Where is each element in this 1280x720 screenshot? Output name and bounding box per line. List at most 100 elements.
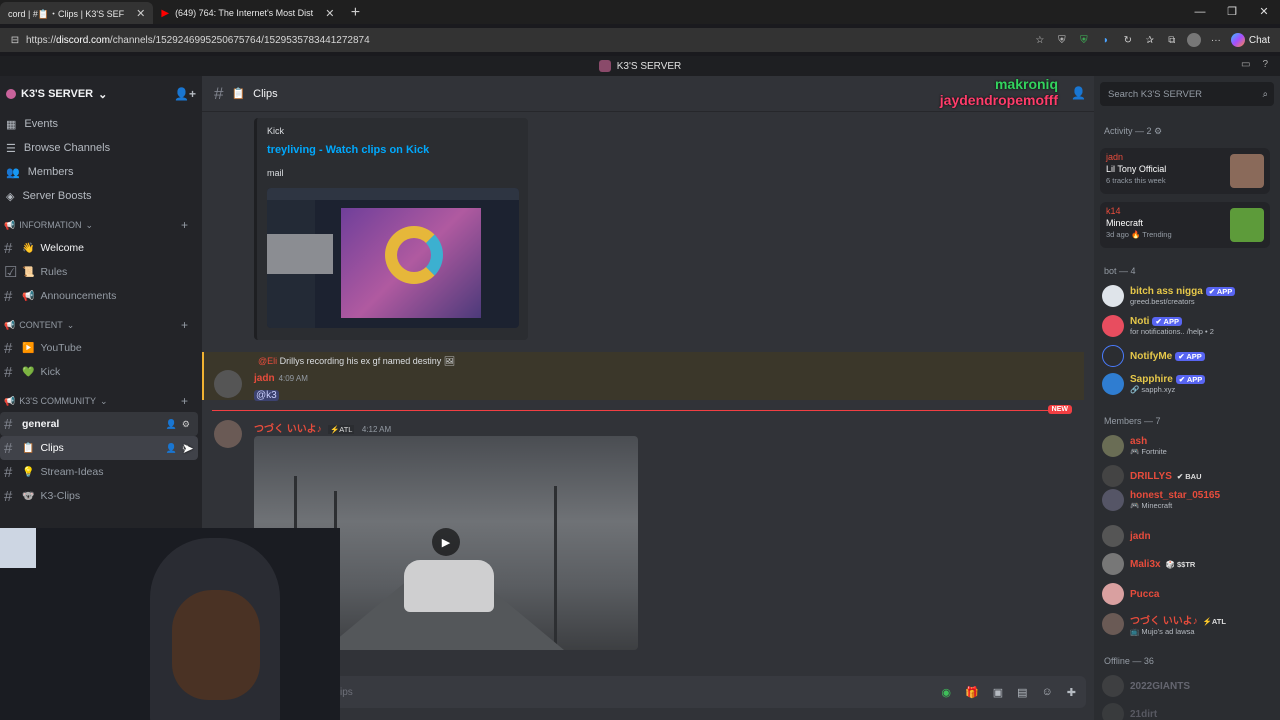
activity-header: Activity — 2 ⚙ (1104, 126, 1163, 136)
username[interactable]: jadn (254, 373, 275, 384)
member-list-icon[interactable]: 👤 (1071, 86, 1086, 100)
add-channel-icon[interactable]: + (181, 218, 188, 232)
message-input[interactable]: ips ◉ 🎁 ▣ ▤ ☺ ✚ (212, 676, 1086, 708)
youtube-icon: ▶ (161, 7, 170, 19)
copilot-icon (1230, 33, 1245, 47)
new-badge: NEW (1047, 405, 1072, 414)
channel-clips[interactable]: # 📋 Clips 👤 ⚙ (0, 436, 198, 460)
member-offline[interactable]: 21dirt (1102, 700, 1274, 720)
channel-header: # 📋 Clips makroniq jaydendropemofff 👤 (202, 76, 1094, 112)
browser-tab-youtube[interactable]: ▶ (649) 764: The Internet's Most Dist ✕ (153, 2, 342, 24)
boost-icon[interactable]: ◉ (941, 686, 951, 699)
member[interactable]: honest_star_05165 🎮 Minecraft (1102, 486, 1274, 514)
member-bot[interactable]: bitch ass nigga ✔ APP greed.best/creators (1102, 282, 1274, 310)
emoji-icon[interactable]: ☺ (1042, 686, 1053, 699)
add-channel-icon[interactable]: + (181, 318, 188, 332)
channel-welcome[interactable]: # 👋 Welcome (0, 236, 198, 260)
background-light (0, 528, 36, 568)
activity-card[interactable]: k14 Minecraft 3d ago 🔥 Trending (1100, 202, 1270, 248)
megaphone-icon: 📢 (4, 319, 16, 330)
close-tab-icon[interactable]: ✕ (136, 7, 145, 20)
hash-icon: # (4, 339, 13, 357)
search-input[interactable]: Search K3'S SERVER ⌕ (1100, 82, 1274, 106)
gift-icon[interactable]: 🎁 (965, 686, 979, 699)
invite-people-icon[interactable]: 👤+ (174, 87, 196, 101)
gif-icon[interactable]: ▣ (993, 686, 1003, 699)
shield-icon[interactable]: ⛨ (1055, 33, 1069, 47)
gear-icon[interactable]: ⚙ (1154, 126, 1162, 136)
car (404, 560, 494, 612)
channel-rules[interactable]: ☑ 📜 Rules (0, 260, 198, 284)
restore-icon[interactable]: ❐ (1216, 0, 1248, 24)
invite-icon[interactable]: 👤 (166, 419, 177, 430)
channel-youtube[interactable]: # ▶️ YouTube (0, 336, 198, 360)
timestamp: 4:12 AM (361, 425, 392, 434)
avatar (1102, 435, 1124, 457)
sticker-icon[interactable]: ▤ (1017, 686, 1027, 699)
minimize-icon[interactable]: — (1184, 0, 1216, 24)
new-messages-divider: NEW (212, 405, 1072, 414)
nav-events[interactable]: ▦ Events (0, 112, 202, 136)
activity-card[interactable]: jadn Lil Tony Official 6 tracks this wee… (1100, 148, 1270, 194)
chevron-down-icon: ⌄ (85, 219, 94, 230)
username[interactable]: つづく いいよ♪ (254, 424, 322, 435)
embed-title-link[interactable]: treyliving - Watch clips on Kick (267, 144, 518, 156)
member[interactable]: jadn (1102, 522, 1274, 550)
address-bar[interactable]: ⊟ https://discord.com/channels/152924699… (0, 28, 1280, 52)
nav-server-boosts[interactable]: ◈ Server Boosts (0, 184, 202, 208)
member[interactable]: Mali3x 🎲 $$TR (1102, 550, 1274, 578)
close-tab-icon[interactable]: ✕ (325, 7, 334, 20)
apps-icon[interactable]: ✚ (1067, 686, 1076, 699)
browser-tab-discord[interactable]: cord | #📋・Clips | K3'S SEF ✕ (0, 2, 154, 24)
extension-icon[interactable]: ◗ (1099, 33, 1113, 47)
add-channel-icon[interactable]: + (181, 394, 188, 408)
nav-members[interactable]: 👥 Members (0, 160, 202, 184)
reply-preview[interactable]: @Eli Drillys recording his ex gf named d… (258, 356, 455, 367)
member-offline[interactable]: 2022GIANTS (1102, 672, 1274, 700)
copilot-chat-button[interactable]: Chat (1230, 33, 1270, 47)
channel-k3-clips[interactable]: # 🐨 K3-Clips (0, 484, 198, 508)
gear-icon[interactable]: ⚙ (182, 419, 190, 430)
help-icon[interactable]: ? (1262, 59, 1268, 70)
avatar (1102, 465, 1124, 487)
window-controls: — ❐ ✕ (1184, 0, 1280, 24)
channel-stream-ideas[interactable]: # 💡 Stream-Ideas (0, 460, 198, 484)
site-info-icon[interactable]: ⊟ (8, 33, 22, 47)
refresh-icon[interactable]: ↻ (1121, 33, 1135, 47)
embed-thumbnail[interactable] (267, 188, 519, 328)
close-window-icon[interactable]: ✕ (1248, 0, 1280, 24)
category-information[interactable]: 📢 INFORMATION ⌄ + (0, 214, 202, 236)
browse-icon: ☰ (6, 142, 16, 155)
channel-general[interactable]: # general 👤 ⚙ (0, 412, 198, 436)
hash-icon: # (4, 239, 13, 257)
user-mention[interactable]: @k3 (254, 390, 279, 401)
member-bot[interactable]: Noti ✔ APP for notifications.. /help • 2 (1102, 312, 1274, 340)
members-header: Members — 7 (1104, 416, 1161, 426)
message-header: つづく いいよ♪ ⚡ATL 4:12 AM (254, 420, 391, 435)
channel-kick[interactable]: # 💚 Kick (0, 360, 198, 384)
profile-avatar[interactable] (1186, 33, 1201, 47)
collections-icon[interactable]: ⧉ (1165, 33, 1179, 47)
channel-announcements[interactable]: # 📢 Announcements (0, 284, 198, 308)
green-shield-icon[interactable]: ⛨ (1077, 33, 1091, 47)
more-icon[interactable]: ··· (1209, 33, 1223, 47)
member[interactable]: つづく いいよ♪ ⚡ATL 📺 Mujo's ad lawsa (1102, 610, 1274, 638)
highlighted-message: @Eli Drillys recording his ex gf named d… (202, 352, 1084, 401)
category-community[interactable]: 📢 K3'S COMMUNITY ⌄ + (0, 390, 202, 412)
new-tab-button[interactable]: + (342, 2, 368, 24)
avatar[interactable] (214, 370, 242, 398)
favorites-icon[interactable]: ✰ (1143, 33, 1157, 47)
avatar[interactable] (214, 420, 242, 448)
member[interactable]: Pucca (1102, 580, 1274, 608)
nav-browse-channels[interactable]: ☰ Browse Channels (0, 136, 202, 160)
inbox-icon[interactable]: ▭ (1241, 59, 1250, 70)
server-header[interactable]: K3'S SERVER ⌄ 👤+ (0, 76, 202, 112)
member-bot[interactable]: NotifyMe ✔ APP (1102, 342, 1274, 370)
member-bot[interactable]: Sapphire ✔ APP 🔗 sapph.xyz (1102, 370, 1274, 398)
bookmark-star-icon[interactable]: ☆ (1033, 33, 1047, 47)
member[interactable]: ash 🎮 Fortnite (1102, 432, 1274, 460)
invite-icon[interactable]: 👤 (166, 443, 177, 454)
category-content[interactable]: 📢 CONTENT ⌄ + (0, 314, 202, 336)
url-text[interactable]: https://discord.com/channels/15292469952… (26, 35, 370, 46)
play-icon[interactable]: ▶ (432, 528, 460, 556)
